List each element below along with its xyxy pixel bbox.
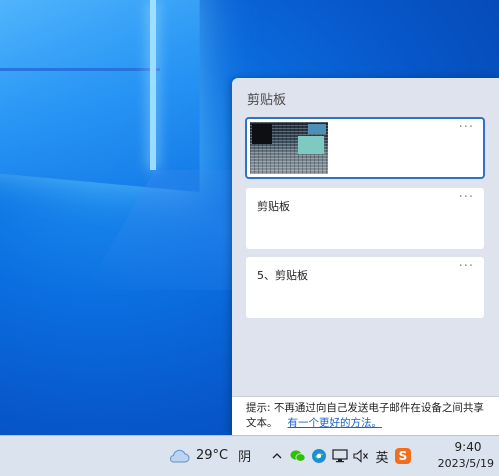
- clipboard-item-text-content: 5、剪贴板: [257, 269, 308, 282]
- thumbnail-screen-top: [308, 124, 326, 134]
- system-tray: 英 S: [268, 447, 415, 466]
- clipboard-item-image[interactable]: ···: [245, 117, 485, 179]
- thumbnail-screen: [298, 136, 324, 154]
- network-icon[interactable]: [331, 447, 349, 465]
- clipboard-title: 剪贴板: [247, 93, 287, 108]
- chevron-up-icon[interactable]: [268, 447, 286, 465]
- clock[interactable]: 9:40 2023/5/19: [434, 440, 494, 470]
- weather-widget[interactable]: 29°C 阴: [168, 446, 251, 465]
- taskbar: 29°C 阴 英 S 9:40 2023/5/19: [0, 435, 499, 476]
- tip-link[interactable]: 有一个更好的方法。: [288, 417, 383, 429]
- windows-logo-graphic: [0, 0, 200, 193]
- logo-glow: [150, 0, 156, 170]
- cloud-icon: [169, 449, 190, 462]
- logo-divider: [0, 68, 160, 71]
- sogou-input-icon[interactable]: S: [394, 447, 412, 465]
- wechat-icon[interactable]: [289, 447, 307, 465]
- more-options-icon[interactable]: ···: [459, 259, 474, 274]
- more-options-icon[interactable]: ···: [459, 190, 474, 205]
- clipboard-item-text[interactable]: 5、剪贴板 ···: [246, 257, 484, 318]
- volume-muted-icon[interactable]: [352, 447, 370, 465]
- more-options-icon[interactable]: ···: [459, 120, 474, 135]
- clipboard-panel: 剪贴板 ··· 剪贴板 ··· 5、剪贴板 ··· 提示: 不再通过向自己发送电…: [232, 78, 499, 436]
- clipboard-image-thumbnail: [250, 122, 328, 174]
- clipboard-item-text[interactable]: 剪贴板 ···: [246, 188, 484, 249]
- weather-temperature: 29°C: [196, 448, 229, 463]
- clock-time: 9:40: [454, 440, 482, 454]
- clipboard-tip: 提示: 不再通过向自己发送电子邮件在设备之间共享文本。 有一个更好的方法。: [232, 396, 499, 436]
- clipboard-item-text-content: 剪贴板: [257, 200, 290, 213]
- browser-icon[interactable]: [310, 447, 328, 465]
- sogou-logo: S: [395, 448, 411, 464]
- weather-condition: 阴: [238, 450, 252, 465]
- clock-date: 2023/5/19: [437, 457, 494, 470]
- thumbnail-dark-panel: [252, 124, 272, 144]
- input-method-indicator[interactable]: 英: [373, 447, 391, 466]
- tip-text-block: 提示: 不再通过向自己发送电子邮件在设备之间共享文本。 有一个更好的方法。: [246, 401, 491, 431]
